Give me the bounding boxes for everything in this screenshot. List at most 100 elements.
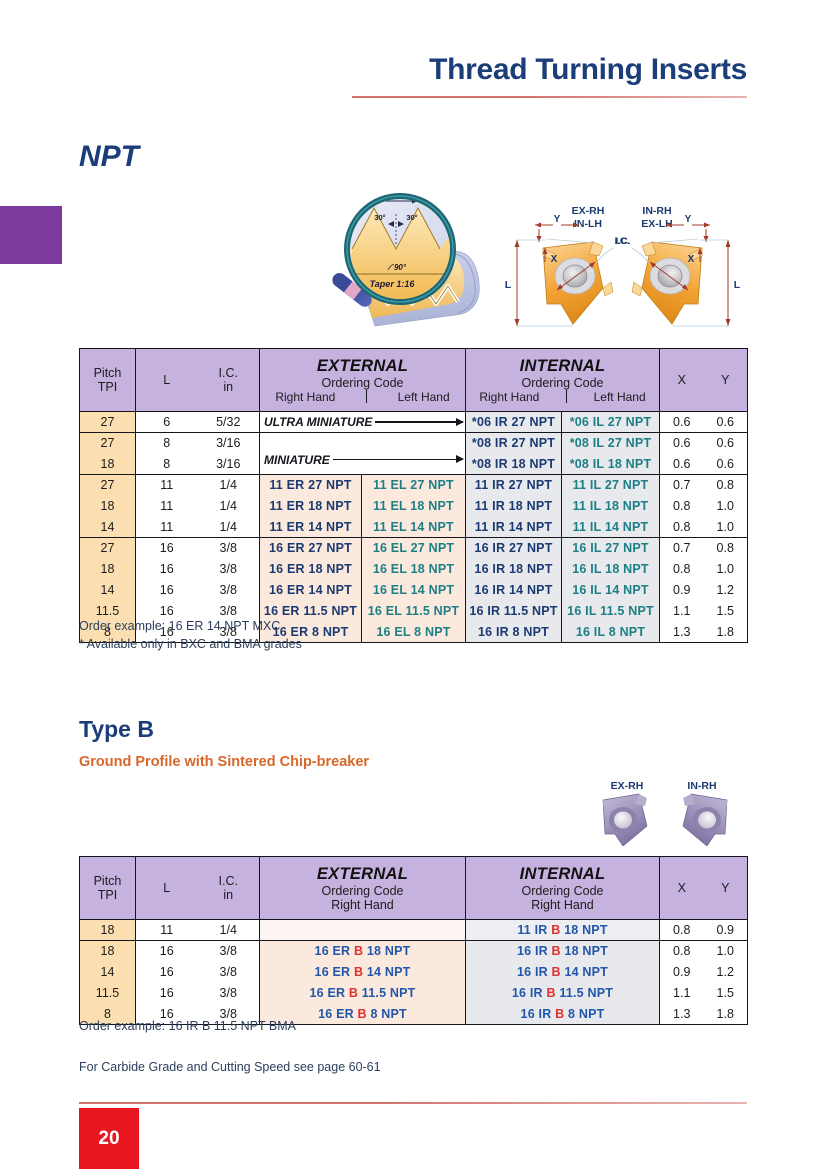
th-ic: I.C. in: [197, 348, 260, 412]
cell-y: 1.8: [703, 621, 748, 643]
type-b-order-example: Order example: 16 IR B 11.5 NPT BMA: [79, 1019, 296, 1033]
type-b-table-body: 18 11 1/4 11 IR B 18 NPT 0.8 0.9 18 16 3…: [79, 919, 748, 1025]
cell-ic: 3/8: [197, 940, 260, 962]
code-prefix: 16 ER: [314, 965, 354, 979]
cell-x: 0.6: [659, 453, 704, 475]
cell-y: 1.0: [703, 516, 748, 538]
cell-int-rh: 11 IR 18 NPT: [465, 495, 562, 517]
svg-text:EX-RH: EX-RH: [572, 205, 605, 217]
cell-ext-rh: 16 ER 27 NPT: [259, 537, 362, 559]
cell-int-lh: 11 IL 14 NPT: [561, 516, 660, 538]
th-l: L: [135, 856, 198, 920]
cell-pitch: 18: [79, 940, 136, 962]
cell-l: 8: [135, 453, 198, 475]
cell-y: 1.5: [703, 982, 748, 1004]
table-row: 27 6 5/32 ULTRA MINIATURE *06 IR 27 NPT …: [79, 411, 748, 433]
cell-ext-rh: 11 ER 27 NPT: [259, 474, 362, 496]
thread-profile-diagram: P 30° 30° 90° Taper 1:16: [332, 193, 480, 327]
svg-text:Taper 1:16: Taper 1:16: [370, 279, 416, 289]
cell-y: 1.2: [703, 961, 748, 983]
npt-grade-note: * Available only in BXC and BMA grades: [79, 637, 302, 651]
table-row: 14 11 1/4 11 ER 14 NPT 11 EL 14 NPT 11 I…: [79, 516, 748, 538]
table-row: 18 16 3/8 16 ER 18 NPT 16 EL 18 NPT 16 I…: [79, 558, 748, 580]
cell-ext-lh: 11 EL 14 NPT: [361, 516, 466, 538]
table-row: 14 16 3/8 16 ER B 14 NPT 16 IR B 14 NPT …: [79, 961, 748, 983]
cell-pitch: 14: [79, 579, 136, 601]
code-suffix: 14 NPT: [363, 965, 411, 979]
insert-dimension-diagram: EX-RH IN-LH IN-RH EX-LH Y X L I.C. Y X L…: [505, 205, 741, 327]
svg-text:EX-LH: EX-LH: [641, 218, 673, 230]
cell-group-miniature: MINIATURE: [259, 432, 466, 475]
code-prefix: 11 IR: [517, 923, 552, 937]
cell-int-rh: 11 IR 14 NPT: [465, 516, 562, 538]
cell-int-code: 16 IR B 11.5 NPT: [465, 982, 660, 1004]
cell-pitch: 27: [79, 432, 136, 454]
cell-y: 0.6: [703, 432, 748, 454]
th-pitch: Pitch TPI: [79, 856, 136, 920]
section-tab: [0, 206, 62, 264]
svg-text:I.C.: I.C.: [616, 236, 631, 247]
npt-spec-table: Pitch TPI L I.C. in EXTERNAL Ordering Co…: [79, 348, 748, 643]
cell-pitch: 18: [79, 558, 136, 580]
cell-int-lh: 16 IL 8 NPT: [561, 621, 660, 643]
npt-order-example: Order example: 16 ER 14 NPT MXC: [79, 619, 281, 633]
cell-ic: 3/8: [197, 558, 260, 580]
cell-l: 16: [135, 961, 198, 983]
cell-x: 1.3: [659, 1003, 704, 1025]
cell-int-lh: 16 IL 11.5 NPT: [561, 600, 660, 622]
table-row: 18 11 1/4 11 IR B 18 NPT 0.8 0.9: [79, 919, 748, 941]
cell-y: 0.6: [703, 453, 748, 475]
code-suffix: 8 NPT: [366, 1006, 407, 1021]
arrow-icon: [332, 453, 465, 465]
cell-l: 16: [135, 558, 198, 580]
cell-x: 0.8: [659, 940, 704, 962]
cell-ic: 1/4: [197, 495, 260, 517]
cell-x: 1.1: [659, 600, 704, 622]
th-internal-ordering: Ordering Code: [521, 883, 604, 898]
cell-int-lh: *08 IL 18 NPT: [561, 453, 660, 475]
section-subtitle-type-b: Ground Profile with Sintered Chip-breake…: [79, 754, 370, 770]
cell-y: 1.8: [703, 1003, 748, 1025]
th-x: X: [659, 856, 704, 920]
code-b-marker: B: [551, 965, 561, 979]
cell-ic: 1/4: [197, 474, 260, 496]
cell-ic: 3/8: [197, 982, 260, 1004]
page-title: Thread Turning Inserts: [429, 53, 747, 86]
cell-ext-lh: 16 EL 14 NPT: [361, 579, 466, 601]
cell-ext-rh: 11 ER 18 NPT: [259, 495, 362, 517]
type-b-spec-table: Pitch TPI L I.C. in EXTERNAL Ordering Co…: [79, 856, 748, 1025]
footer-divider: [79, 1102, 747, 1104]
cell-int-lh: 11 IL 18 NPT: [561, 495, 660, 517]
cell-ext-lh: 11 EL 18 NPT: [361, 495, 466, 517]
svg-text:Y: Y: [554, 214, 561, 225]
cell-ext-lh: 16 EL 11.5 NPT: [361, 600, 466, 622]
cell-y: 1.0: [703, 558, 748, 580]
cell-ic: 3/16: [197, 453, 260, 475]
code-b-marker: B: [551, 944, 561, 959]
th-external-ordering: Ordering Code: [321, 883, 404, 898]
cell-pitch: 14: [79, 961, 136, 983]
catalog-page: Thread Turning Inserts NPT 30° 30° 90° T…: [0, 0, 827, 1169]
code-suffix: 8 NPT: [564, 1006, 605, 1021]
cell-pitch: 11.5: [79, 982, 136, 1004]
cell-ext-lh: 16 EL 8 NPT: [361, 621, 466, 643]
cell-ext-code: 16 ER B 18 NPT: [259, 940, 466, 962]
cell-ext-rh: 16 ER 14 NPT: [259, 579, 362, 601]
th-pitch-label: Pitch: [93, 874, 122, 888]
table-row: 14 16 3/8 16 ER 14 NPT 16 EL 14 NPT 16 I…: [79, 579, 748, 601]
cell-int-code: 11 IR B 18 NPT: [465, 919, 660, 941]
cell-int-lh: 11 IL 27 NPT: [561, 474, 660, 496]
code-b-marker: B: [353, 965, 364, 979]
th-external-rh: Right Hand: [275, 389, 336, 404]
th-external-label: EXTERNAL: [316, 864, 409, 883]
cell-int-rh: 16 IR 11.5 NPT: [465, 600, 562, 622]
cell-ic: 1/4: [197, 919, 260, 941]
page-number: 20: [79, 1108, 139, 1169]
cell-pitch: 27: [79, 537, 136, 559]
svg-text:IN-RH: IN-RH: [642, 205, 671, 217]
cell-l: 16: [135, 579, 198, 601]
cell-ic: 3/8: [197, 537, 260, 559]
cell-int-rh: 11 IR 27 NPT: [465, 474, 562, 496]
cell-ic: 1/4: [197, 516, 260, 538]
cell-l: 16: [135, 537, 198, 559]
